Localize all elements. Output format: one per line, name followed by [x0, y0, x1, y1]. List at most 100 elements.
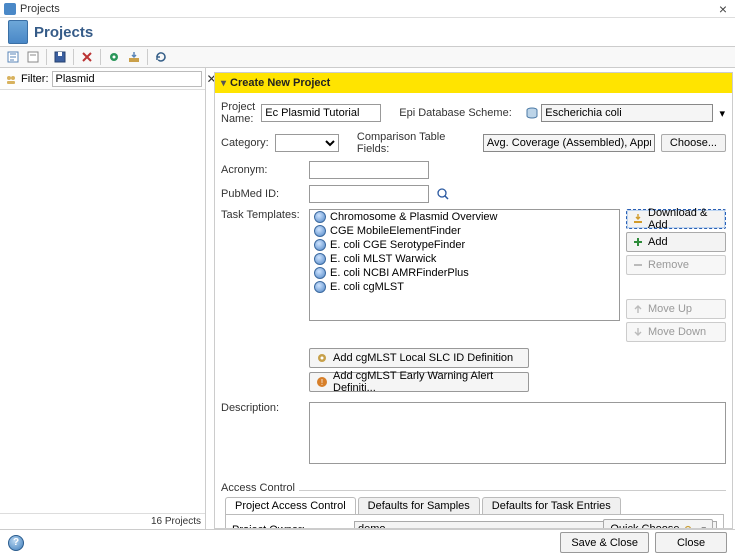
move-down-label: Move Down: [648, 326, 706, 338]
plus-icon: [632, 236, 644, 248]
minus-icon: [632, 259, 644, 271]
save-close-button[interactable]: Save & Close: [560, 532, 649, 553]
access-control-panel: Quick Choose ▾ Project Owner: demo View …: [225, 514, 724, 528]
access-control-title: Access Control: [221, 476, 726, 491]
list-item[interactable]: CGE MobileElementFinder: [310, 224, 619, 238]
sidebar: Filter: ✕ 16 Projects: [0, 68, 206, 529]
list-item-label: CGE MobileElementFinder: [330, 225, 461, 237]
form-area: ▾ Create New Project Project Name: Epi D…: [206, 68, 735, 529]
projects-icon: [8, 20, 28, 44]
arrow-up-icon: [632, 303, 644, 315]
description-input[interactable]: [309, 402, 726, 464]
form-panel: ▾ Create New Project Project Name: Epi D…: [214, 72, 733, 529]
download-add-button[interactable]: Download & Add: [626, 209, 726, 229]
create-project-banner[interactable]: ▾ Create New Project: [215, 73, 732, 93]
task-templates-list[interactable]: Chromosome & Plasmid Overview CGE Mobile…: [309, 209, 620, 321]
page-title: Projects: [34, 24, 93, 41]
task-templates-label: Task Templates:: [221, 209, 303, 221]
list-item[interactable]: E. coli CGE SerotypeFinder: [310, 238, 619, 252]
epi-scheme-combo[interactable]: [541, 104, 713, 122]
row-pubmed: PubMed ID:: [221, 185, 726, 203]
row-description: Description:: [221, 402, 726, 464]
add-slc-label: Add cgMLST Local SLC ID Definition: [333, 352, 513, 364]
close-button[interactable]: Close: [655, 532, 727, 553]
window-title: Projects: [20, 3, 715, 15]
move-up-label: Move Up: [648, 303, 692, 315]
quick-choose-label: Quick Choose: [610, 523, 679, 528]
task-icon: [314, 281, 326, 293]
save-button[interactable]: [51, 48, 69, 66]
form-body[interactable]: Project Name: Epi Database Scheme: ▾: [215, 93, 732, 528]
task-icon: [314, 225, 326, 237]
delete-button[interactable]: [78, 48, 96, 66]
add-slc-button[interactable]: Add cgMLST Local SLC ID Definition: [309, 348, 529, 368]
tab-project-access[interactable]: Project Access Control: [225, 497, 356, 514]
status-line: 16 Projects: [0, 513, 205, 529]
filter-input[interactable]: [52, 71, 202, 87]
key-icon: [684, 523, 696, 528]
filter-label: Filter:: [21, 73, 49, 85]
choose-button[interactable]: Choose...: [661, 134, 726, 152]
list-item[interactable]: Chromosome & Plasmid Overview: [310, 210, 619, 224]
row-acronym: Acronym:: [221, 161, 726, 179]
remove-button: Remove: [626, 255, 726, 275]
toolbar: [0, 46, 735, 68]
list-item[interactable]: E. coli MLST Warwick: [310, 252, 619, 266]
download-add-label: Download & Add: [648, 207, 720, 231]
add-alert-label: Add cgMLST Early Warning Alert Definiti.…: [333, 370, 522, 394]
remove-label: Remove: [648, 259, 689, 271]
epi-scheme-label: Epi Database Scheme:: [399, 107, 519, 119]
project-tree[interactable]: [0, 90, 205, 513]
add-label: Add: [648, 236, 668, 248]
move-down-button: Move Down: [626, 322, 726, 342]
quick-choose-button[interactable]: Quick Choose ▾: [603, 519, 713, 528]
list-item-label: E. coli cgMLST: [330, 281, 404, 293]
category-combo[interactable]: [275, 134, 339, 152]
new-project-button[interactable]: [4, 48, 22, 66]
pubmed-search-icon[interactable]: [435, 186, 451, 202]
task-templates-section: Task Templates: Chromosome & Plasmid Ove…: [221, 209, 726, 342]
bottom-bar: ? Save & Close Close: [0, 529, 735, 555]
add-alert-button[interactable]: ! Add cgMLST Early Warning Alert Definit…: [309, 372, 529, 392]
acronym-input[interactable]: [309, 161, 429, 179]
gear-icon: [316, 352, 328, 364]
task-icon: [314, 267, 326, 279]
access-control-tabs: Project Access Control Defaults for Samp…: [225, 497, 726, 514]
close-icon[interactable]: ×: [715, 1, 731, 17]
collapse-icon[interactable]: ▾: [221, 78, 226, 89]
tab-defaults-samples[interactable]: Defaults for Samples: [358, 497, 480, 514]
edit-button[interactable]: [24, 48, 42, 66]
chevron-down-icon[interactable]: ▾: [715, 107, 729, 120]
list-item[interactable]: E. coli NCBI AMRFinderPlus: [310, 266, 619, 280]
add-button[interactable]: Add: [626, 232, 726, 252]
category-label: Category:: [221, 137, 269, 149]
main-split: Filter: ✕ 16 Projects ▾ Create New Proje…: [0, 68, 735, 529]
toolbar-separator: [100, 49, 101, 65]
project-name-label: Project Name:: [221, 101, 255, 125]
task-icon: [314, 253, 326, 265]
alert-icon: !: [316, 376, 328, 388]
task-icon: [314, 239, 326, 251]
header: Projects: [0, 18, 735, 46]
toolbar-separator: [147, 49, 148, 65]
edit-scheme-icon[interactable]: [731, 105, 732, 121]
refresh-button[interactable]: [152, 48, 170, 66]
pubmed-input[interactable]: [309, 185, 429, 203]
project-name-input[interactable]: [261, 104, 381, 122]
tab-defaults-task-entries[interactable]: Defaults for Task Entries: [482, 497, 621, 514]
download-button[interactable]: [125, 48, 143, 66]
chevron-down-icon[interactable]: ▾: [701, 524, 706, 529]
list-item[interactable]: E. coli cgMLST: [310, 280, 619, 294]
group-icon[interactable]: [4, 72, 18, 86]
add-task-def-buttons: Add cgMLST Local SLC ID Definition ! Add…: [309, 348, 529, 392]
download-icon: [632, 213, 644, 225]
acronym-label: Acronym:: [221, 164, 303, 176]
svg-text:!: !: [321, 378, 323, 387]
settings-button[interactable]: [105, 48, 123, 66]
toolbar-separator: [46, 49, 47, 65]
row-project-name: Project Name: Epi Database Scheme: ▾: [221, 101, 726, 125]
description-label: Description:: [221, 402, 303, 414]
toolbar-separator: [73, 49, 74, 65]
list-item-label: E. coli NCBI AMRFinderPlus: [330, 267, 469, 279]
help-icon[interactable]: ?: [8, 535, 24, 551]
